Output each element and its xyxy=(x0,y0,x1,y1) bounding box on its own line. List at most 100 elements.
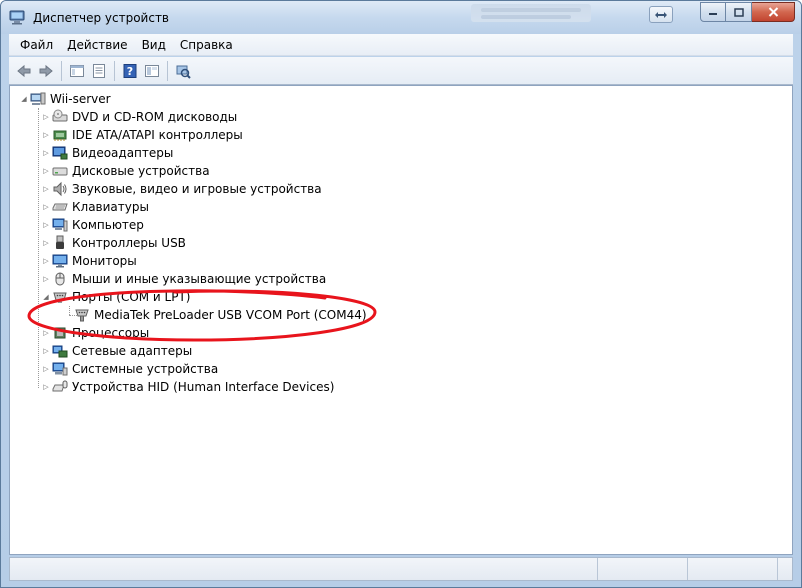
tree-item[interactable]: ▷ DVD и CD-ROM дисководы xyxy=(42,108,237,126)
tree-child-label: MediaTek PreLoader USB VCOM Port (COM44) xyxy=(94,308,367,322)
display-adapter-icon xyxy=(52,146,68,160)
tree-item-label: Сетевые адаптеры xyxy=(72,344,193,358)
expand-arrow-icon[interactable]: ▷ xyxy=(42,239,50,247)
toolbar-separator xyxy=(61,60,62,81)
menu-help[interactable]: Справка xyxy=(173,35,240,55)
expand-arrow-icon[interactable]: ▷ xyxy=(42,167,50,175)
disk-drive-icon xyxy=(52,167,68,176)
properties-button[interactable] xyxy=(88,60,110,82)
expand-arrow-icon[interactable]: ▷ xyxy=(42,185,50,193)
view-icon xyxy=(145,64,159,77)
help-button[interactable]: ? xyxy=(119,60,141,82)
minimize-button[interactable] xyxy=(700,2,726,22)
hid-icon xyxy=(52,380,68,392)
tree-item-label: Клавиатуры xyxy=(72,200,149,214)
device-manager-icon xyxy=(9,10,25,25)
forward-button[interactable] xyxy=(35,60,57,82)
tree-item[interactable]: ▷ Системные устройства xyxy=(42,360,218,378)
tree-item[interactable]: ▷ Процессоры xyxy=(42,324,149,342)
menu-action[interactable]: Действие xyxy=(60,35,134,55)
resize-grip-icon[interactable] xyxy=(778,558,792,580)
tree-line xyxy=(38,108,39,388)
tree-item[interactable]: ▷ Мыши и иные указывающие устройства xyxy=(42,270,326,288)
expand-arrow-icon[interactable]: ▷ xyxy=(42,257,50,265)
toolbar: ? xyxy=(9,57,793,85)
scan-hardware-button[interactable] xyxy=(172,60,194,82)
tree-root-label: Wii-server xyxy=(50,92,111,106)
serial-port-icon xyxy=(75,309,89,322)
back-arrow-icon xyxy=(17,64,31,77)
status-cell-main xyxy=(10,558,598,580)
processor-icon xyxy=(54,327,66,339)
collapse-arrow-icon[interactable]: ◢ xyxy=(42,293,50,301)
tree-item-label: Мониторы xyxy=(72,254,137,268)
system-devices-icon xyxy=(52,362,68,376)
tree-item-label: Видеоадаптеры xyxy=(72,146,174,160)
show-hide-console-tree-button[interactable] xyxy=(66,60,88,82)
tree-item[interactable]: ▷ Видеоадаптеры xyxy=(42,144,173,162)
status-bar xyxy=(9,557,793,581)
tree-item[interactable]: ▷ Дисковые устройства xyxy=(42,162,210,180)
tree-item-label: Дисковые устройства xyxy=(72,164,210,178)
tree-item-label: Процессоры xyxy=(72,326,150,340)
expand-arrow-icon[interactable]: ▷ xyxy=(42,275,50,283)
tree-item-label: Звуковые, видео и игровые устройства xyxy=(72,182,322,196)
expand-arrow-icon[interactable]: ▷ xyxy=(42,221,50,229)
restore-down-button[interactable] xyxy=(649,6,673,23)
tree-item-label: DVD и CD-ROM дисководы xyxy=(72,110,238,124)
tree-item[interactable]: ▷ Контроллеры USB xyxy=(42,234,186,252)
tree-item-label: Порты (COM и LPT) xyxy=(72,290,191,304)
tree-item-label: Мыши и иные указывающие устройства xyxy=(72,272,327,286)
help-icon: ? xyxy=(123,63,137,78)
expand-arrow-icon[interactable]: ▷ xyxy=(42,347,50,355)
expand-arrow-icon[interactable]: ▷ xyxy=(42,149,50,157)
expand-arrow-icon[interactable]: ▷ xyxy=(42,329,50,337)
tree-item-label: Компьютер xyxy=(72,218,144,232)
tree-item[interactable]: ▷ IDE ATA/ATAPI контроллеры xyxy=(42,126,242,144)
mouse-icon xyxy=(55,272,65,286)
minimize-icon xyxy=(709,13,717,15)
tree-root[interactable]: ◢ Wii-server xyxy=(20,90,111,108)
expand-arrow-icon[interactable]: ▷ xyxy=(42,113,50,121)
expand-arrow-icon[interactable]: ▷ xyxy=(42,131,50,139)
tree-item[interactable]: ▷ Клавиатуры xyxy=(42,198,149,216)
menu-bar: Файл Действие Вид Справка xyxy=(9,34,793,56)
tree-item-label: Устройства HID (Human Interface Devices) xyxy=(72,380,335,394)
device-tree[interactable]: ◢ Wii-server ▷ DVD и CD-ROM дисководы ▷ xyxy=(9,85,793,555)
tree-item[interactable]: ▷ Компьютер xyxy=(42,216,144,234)
tree-item[interactable]: ▷ Звуковые, видео и игровые устройства xyxy=(42,180,322,198)
back-button[interactable] xyxy=(13,60,35,82)
scan-hardware-icon xyxy=(176,65,191,79)
collapse-arrow-icon[interactable]: ◢ xyxy=(20,95,28,103)
tree-item-expanded[interactable]: ◢ Порты (COM и LPT) xyxy=(42,288,190,306)
network-adapter-icon xyxy=(52,345,68,358)
monitor-icon xyxy=(52,254,68,268)
tree-child-item[interactable]: MediaTek PreLoader USB VCOM Port (COM44) xyxy=(72,306,367,324)
menu-file[interactable]: Файл xyxy=(9,35,60,55)
tree-item[interactable]: ▷ Мониторы xyxy=(42,252,137,270)
toolbar-separator xyxy=(114,60,115,81)
expand-arrow-icon[interactable]: ▷ xyxy=(42,383,50,391)
expand-arrow-icon[interactable]: ▷ xyxy=(42,365,50,373)
caption-buttons xyxy=(700,2,795,22)
expand-arrow-icon[interactable]: ▷ xyxy=(42,203,50,211)
restore-arrows-icon xyxy=(655,11,667,18)
maximize-icon xyxy=(733,7,744,17)
svg-text:?: ? xyxy=(127,65,133,78)
toolbar-separator xyxy=(167,60,168,81)
title-bar[interactable]: Диспетчер устройств xyxy=(1,1,801,34)
close-button[interactable] xyxy=(752,2,795,22)
tree-item[interactable]: ▷ Сетевые адаптеры xyxy=(42,342,192,360)
show-hide-console-tree-icon xyxy=(70,64,84,77)
sound-icon xyxy=(53,181,67,197)
tree-line xyxy=(69,306,70,315)
status-cell xyxy=(688,558,778,580)
view-button[interactable] xyxy=(141,60,163,82)
device-manager-window: Диспетчер устройств Файл Действие Вид Сп… xyxy=(0,0,802,588)
maximize-button[interactable] xyxy=(726,2,752,22)
status-cell xyxy=(598,558,688,580)
ide-controller-icon xyxy=(53,130,67,141)
menu-view[interactable]: Вид xyxy=(135,35,173,55)
computer-icon xyxy=(52,218,68,232)
tree-item[interactable]: ▷ Устройства HID (Human Interface Device… xyxy=(42,378,334,396)
